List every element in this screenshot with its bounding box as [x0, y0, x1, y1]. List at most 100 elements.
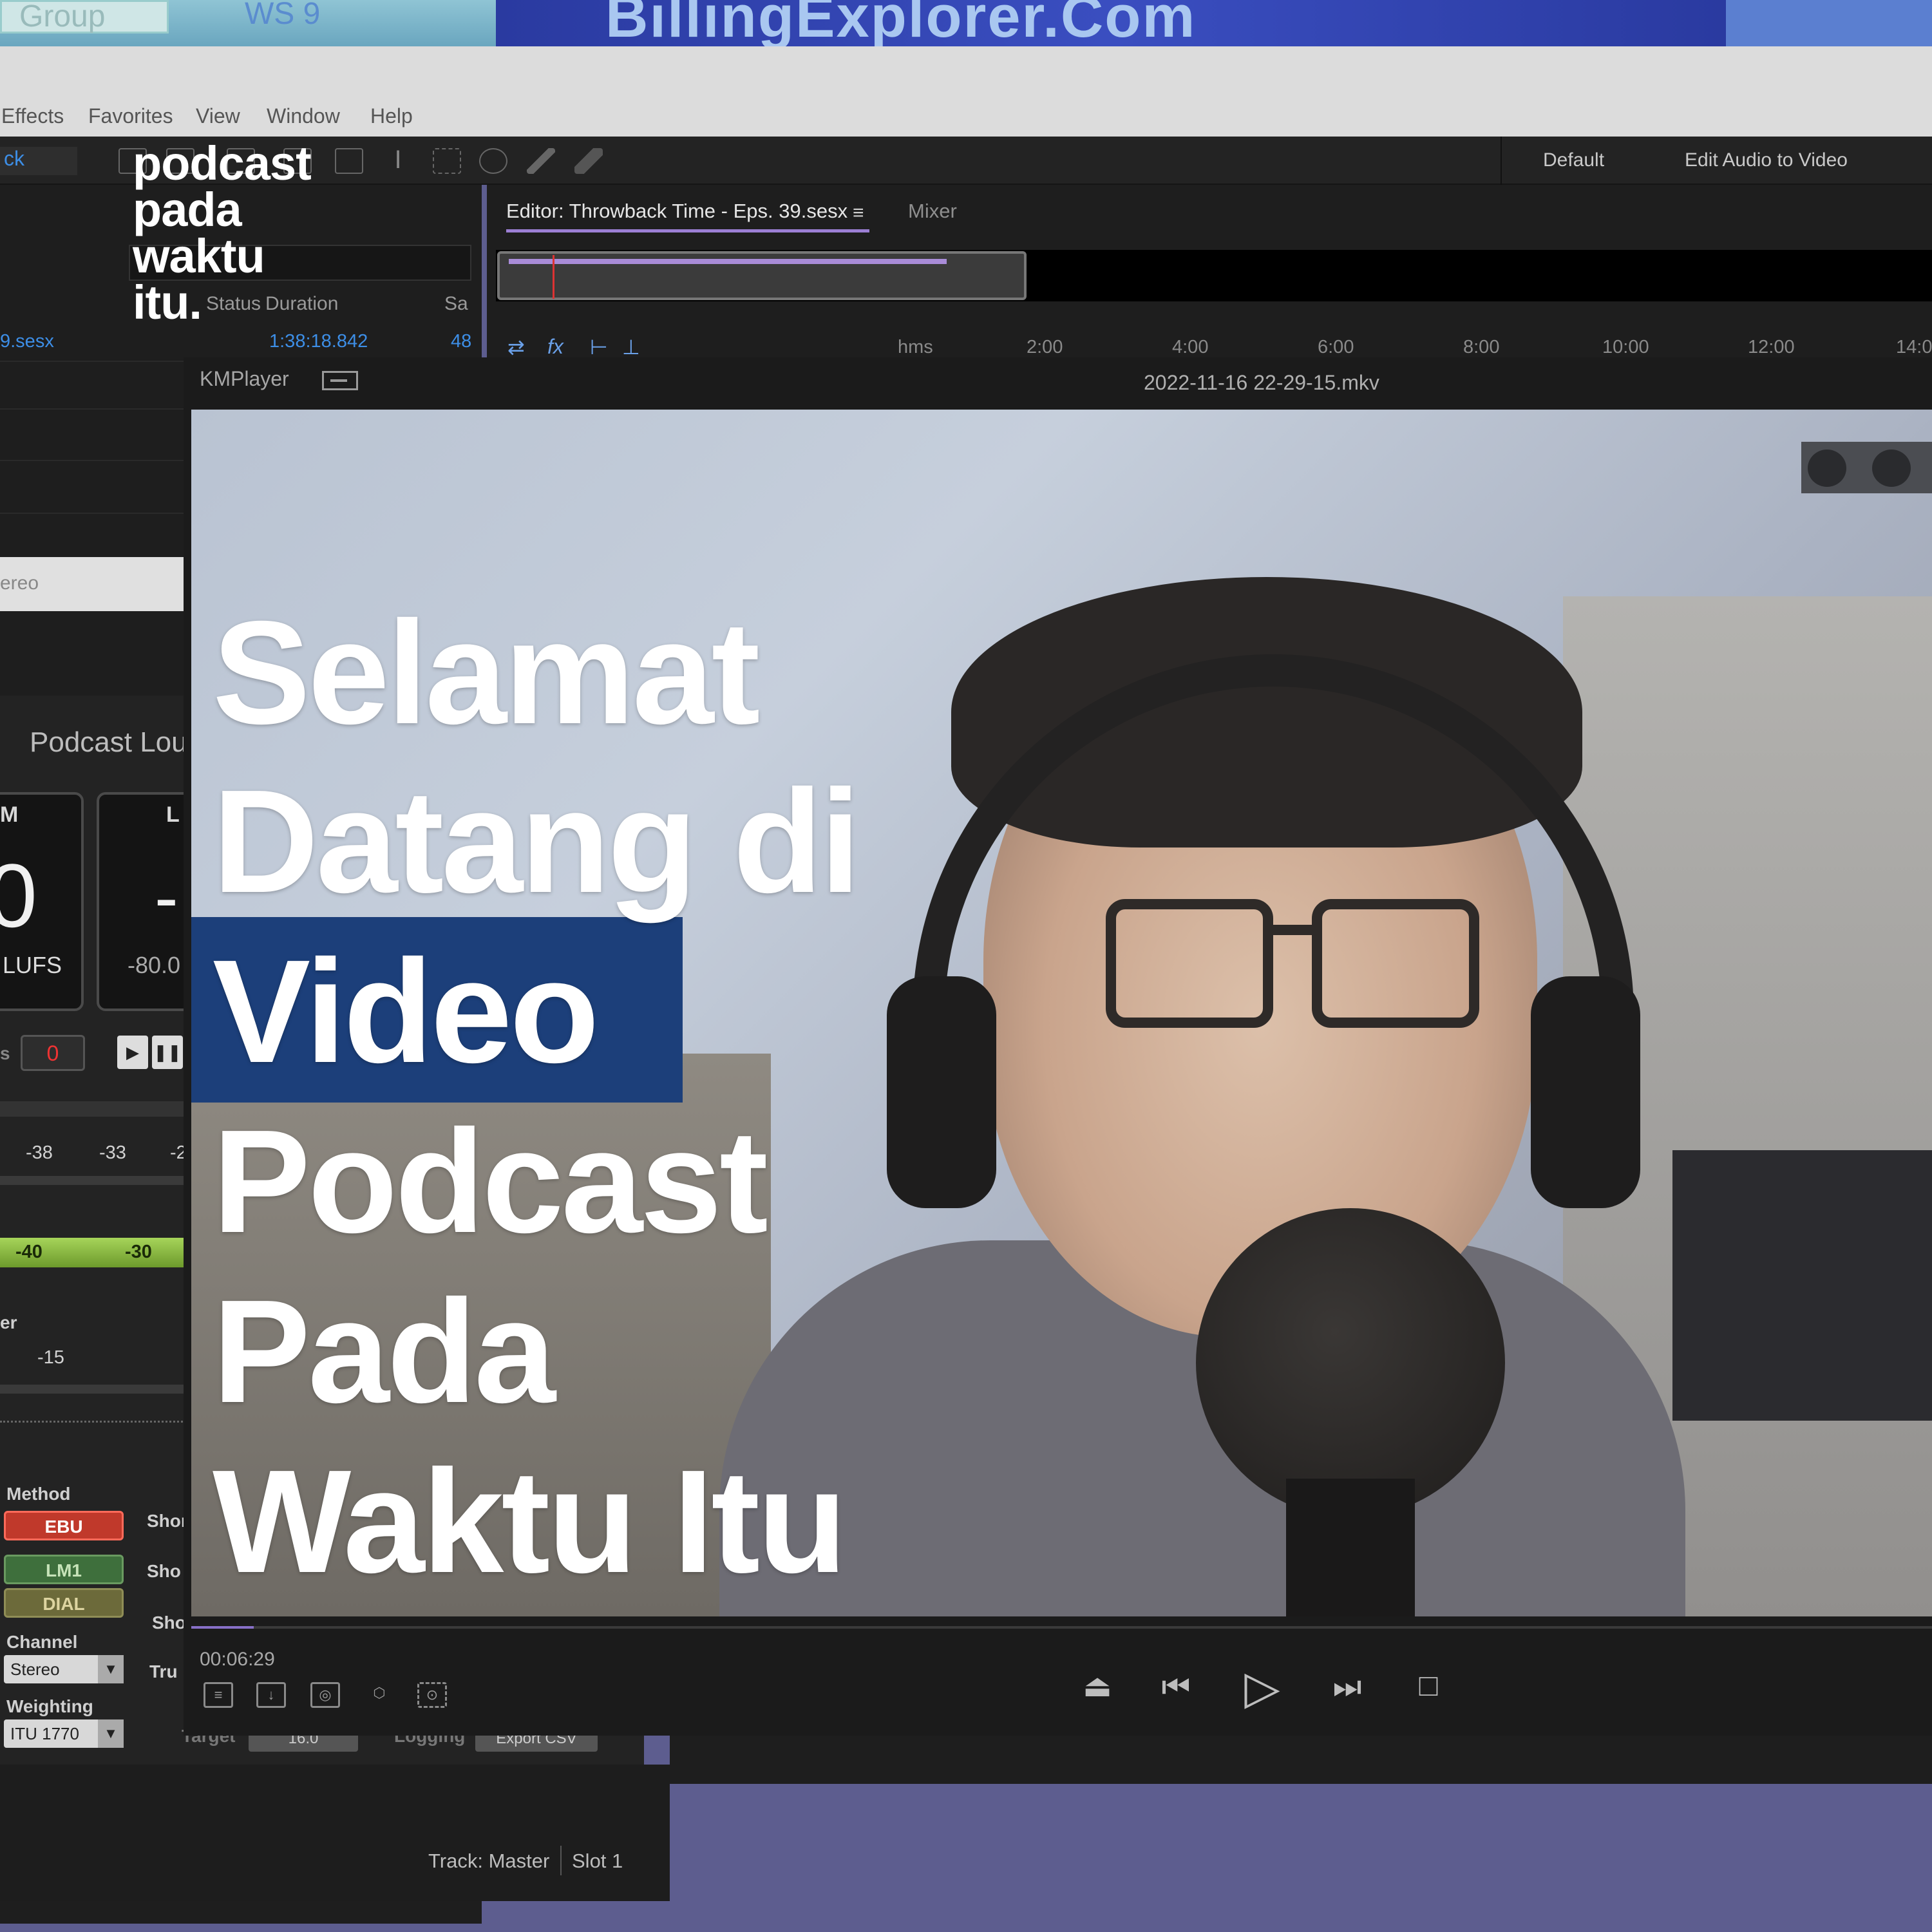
toolbar-view-button[interactable]: ck	[0, 147, 77, 175]
method-label: Method	[6, 1484, 71, 1504]
er-label: er	[0, 1312, 17, 1332]
chevron-down-icon: ▼	[98, 1655, 124, 1683]
headline-line: Selamat	[213, 591, 760, 755]
vr-icon[interactable]: ◎	[310, 1682, 340, 1708]
file-divider	[0, 513, 187, 514]
true-peak-label: Tru	[149, 1662, 178, 1681]
stereo-label: ereo	[0, 573, 39, 594]
slider-track[interactable]	[0, 1421, 187, 1434]
file-row-duration: 1:38:18.842	[269, 331, 368, 352]
logo-line: pada	[133, 183, 242, 236]
ruler-label: 14:0	[1896, 337, 1932, 357]
counter-label: s	[0, 1043, 10, 1063]
tab-active-underline	[506, 229, 869, 232]
weighting-select[interactable]: ITU 1770 ▼	[4, 1719, 124, 1748]
meter-track	[0, 1176, 187, 1185]
menu-favorites[interactable]: Favorites	[88, 104, 173, 128]
3d-icon[interactable]: ⬡	[365, 1682, 394, 1708]
mini-mode-icon[interactable]	[322, 371, 358, 390]
headline-line: Datang di	[213, 760, 861, 923]
chevron-down-icon: ▼	[98, 1719, 124, 1748]
logo-line: waktu	[133, 229, 265, 283]
ruler-label: 8:00	[1463, 337, 1500, 357]
weighting-label: Weighting	[6, 1696, 93, 1716]
column-sample-rate[interactable]: Sa	[444, 293, 468, 315]
menu-view[interactable]: View	[196, 104, 240, 128]
pause-icon[interactable]: ❚❚	[152, 1036, 183, 1069]
monitor-banner-text: BillingExplorer.Com	[605, 0, 1197, 46]
dark-object	[1672, 1150, 1932, 1421]
green-scale-tick: -40	[15, 1242, 43, 1262]
spot-healing-icon[interactable]	[574, 148, 603, 174]
file-row-sample-rate: 48	[451, 331, 472, 352]
play-icon[interactable]: ▶	[117, 1036, 148, 1069]
channel-select-value: Stereo	[10, 1660, 60, 1679]
scale-tick: -38	[26, 1142, 53, 1163]
workspace-edit-audio-to-video[interactable]: Edit Audio to Video	[1685, 149, 1848, 171]
ruler-label: 10:00	[1602, 337, 1649, 357]
method-lm1-button[interactable]: LM1	[4, 1555, 124, 1584]
tab-editor[interactable]: Editor: Throwback Time - Eps. 39.sesx	[506, 200, 848, 223]
microphone-foam	[1196, 1208, 1505, 1517]
headline-line-highlighted: Video	[213, 930, 600, 1094]
file-row-name[interactable]: 9.sesx	[0, 331, 54, 352]
capture-icon[interactable]: ⊙	[417, 1682, 447, 1708]
overview-playhead[interactable]	[553, 255, 554, 299]
speaker-dot	[1808, 450, 1846, 487]
play-icon[interactable]: ▷	[1236, 1660, 1288, 1714]
marquee-tool-icon[interactable]	[433, 148, 461, 174]
momentary-value: 0	[0, 845, 37, 946]
meter-track	[0, 1101, 187, 1117]
track-tool-icon[interactable]: ⊢	[590, 335, 608, 359]
menu-bar: Effects Favorites View Window Help	[0, 46, 1932, 137]
headphone-right-cup	[1531, 976, 1640, 1208]
seek-bar[interactable]	[191, 1626, 1932, 1629]
method-ebu-button[interactable]: EBU	[4, 1511, 124, 1540]
momentary-unit: LUFS	[3, 952, 62, 978]
speaker-grille	[1801, 442, 1932, 493]
loudness-range-value: -	[155, 858, 178, 937]
file-divider	[0, 460, 187, 461]
momentary-label: M	[0, 802, 19, 827]
hamburger-icon[interactable]: ≡	[853, 202, 864, 224]
stereo-strip: ereo	[0, 557, 187, 611]
menu-window[interactable]: Window	[267, 104, 340, 128]
monitor-left-area: Group WS 9	[0, 0, 496, 46]
method-dial-button[interactable]: DIAL	[4, 1588, 124, 1618]
menu-effects[interactable]: Effects	[1, 104, 64, 128]
seek-bar-fill	[191, 1626, 254, 1629]
workspace-default[interactable]: Default	[1543, 149, 1604, 171]
download-icon[interactable]: ↓	[256, 1682, 286, 1708]
headline-line: Podcast	[213, 1100, 768, 1264]
next-icon[interactable]: ⏭	[1329, 1668, 1365, 1706]
stop-icon[interactable]: □	[1410, 1668, 1446, 1703]
fx-icon[interactable]: fx	[547, 335, 564, 359]
playlist-icon[interactable]: ≡	[204, 1682, 233, 1708]
file-divider	[0, 361, 187, 362]
loudness-range-sub: -80.0	[128, 952, 181, 978]
counter-display: 0	[21, 1035, 85, 1071]
tab-mixer[interactable]: Mixer	[908, 200, 957, 223]
menu-help[interactable]: Help	[370, 104, 413, 128]
brand-logo: podcast pada waktu itu.	[133, 140, 390, 327]
current-time: 00:06:29	[200, 1649, 275, 1670]
ruler-label: hms	[898, 337, 933, 357]
meter-tool-icon[interactable]: ⊥	[622, 335, 640, 359]
kmplayer-app-name: KMPlayer	[200, 367, 289, 390]
headphone-left-cup	[887, 976, 996, 1208]
eject-icon[interactable]: ⏏	[1079, 1668, 1115, 1704]
brush-tool-icon[interactable]	[527, 148, 555, 174]
status-divider	[560, 1846, 562, 1875]
toolbar-divider	[1501, 137, 1502, 185]
short-term-label: Sho	[152, 1613, 186, 1633]
track-status: Track: Master	[428, 1850, 550, 1872]
scale-tick: -33	[99, 1142, 126, 1163]
snap-icon[interactable]: ⇄	[507, 335, 525, 359]
ruler-label: 2:00	[1027, 337, 1063, 357]
background-monitor: Group WS 9 BillingExplorer.Com	[0, 0, 1932, 46]
loudness-range-label: L	[166, 802, 180, 827]
lasso-tool-icon[interactable]	[479, 148, 507, 174]
channel-select[interactable]: Stereo ▼	[4, 1655, 124, 1683]
monitor-right-area	[1726, 0, 1932, 46]
previous-icon[interactable]: ⏮	[1158, 1668, 1194, 1706]
